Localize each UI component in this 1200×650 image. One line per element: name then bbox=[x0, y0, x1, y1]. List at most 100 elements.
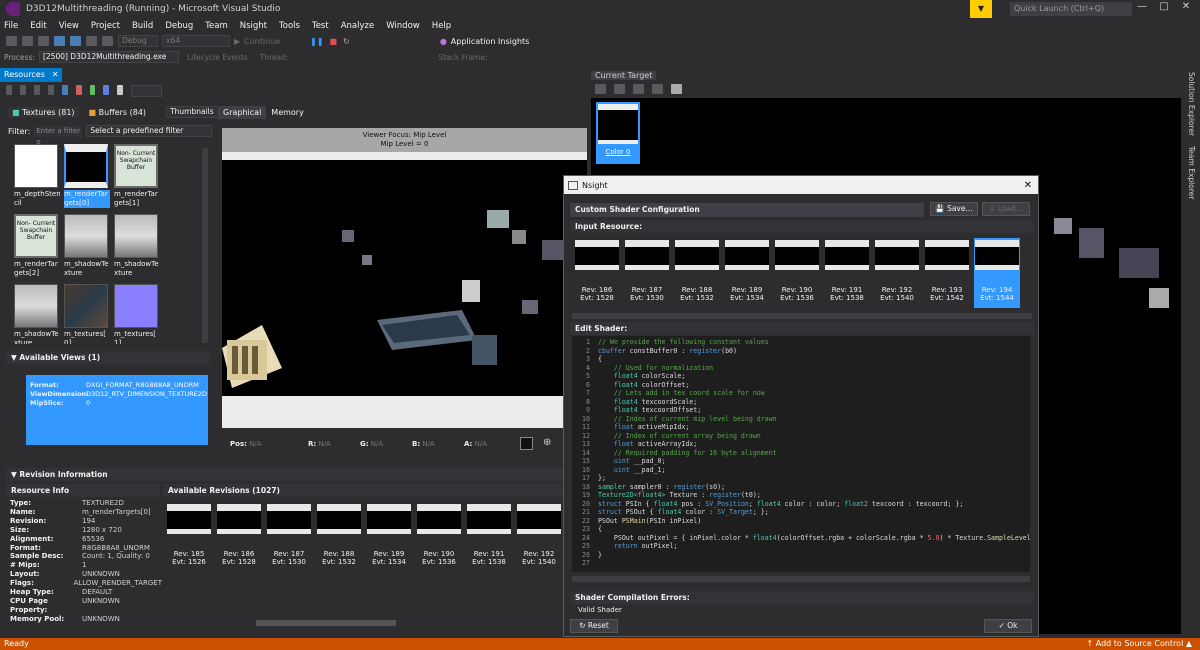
settings-icon[interactable] bbox=[47, 85, 54, 95]
revision-thumbnail[interactable]: Rev: 187 Evt: 1530 bbox=[624, 238, 670, 308]
resource-thumbnail[interactable]: Non- Current Swapchain Buffer bbox=[14, 214, 58, 258]
ct-settings-icon[interactable] bbox=[652, 84, 663, 94]
close-icon[interactable]: ✕ bbox=[1178, 1, 1194, 17]
available-views-header[interactable]: ▼ Available Views (1) bbox=[6, 351, 210, 364]
menu-item-team[interactable]: Team bbox=[205, 21, 227, 31]
blue-channel-icon[interactable] bbox=[103, 85, 110, 95]
maximize-icon[interactable]: □ bbox=[1156, 1, 1172, 17]
reset-button[interactable]: ↻ Reset bbox=[570, 619, 618, 633]
revision-thumbnail[interactable]: Rev: 186 Evt: 1528 bbox=[216, 502, 262, 572]
red-channel-icon[interactable] bbox=[75, 85, 82, 95]
menu-item-view[interactable]: View bbox=[59, 21, 79, 31]
resource-thumbnail[interactable]: Non- Current Swapchain Buffer bbox=[114, 144, 158, 188]
revision-thumbnail[interactable]: Rev: 188 Evt: 1532 bbox=[674, 238, 720, 308]
tab-resources[interactable]: Resources bbox=[0, 68, 49, 82]
revision-thumbnail[interactable]: Rev: 189 Evt: 1534 bbox=[366, 502, 412, 572]
ok-button[interactable]: ✓ Ok bbox=[984, 619, 1032, 633]
new-project-icon[interactable] bbox=[38, 36, 49, 46]
menu-item-tools[interactable]: Tools bbox=[279, 21, 300, 31]
revision-thumbnail[interactable]: Rev: 191 Evt: 1538 bbox=[466, 502, 512, 572]
resource-zoom-select[interactable] bbox=[131, 85, 162, 97]
resource-thumbnail[interactable] bbox=[64, 144, 108, 188]
ct-cube-icon[interactable] bbox=[671, 84, 682, 94]
revision-thumbnail[interactable]: Rev: 191 Evt: 1538 bbox=[824, 238, 870, 308]
tab-buffers[interactable]: ■ Buffers (84) bbox=[85, 107, 151, 118]
menu-item-build[interactable]: Build bbox=[132, 21, 153, 31]
revision-thumbnail[interactable]: Rev: 185 Evt: 1526 bbox=[166, 502, 212, 572]
color-0-thumbnail[interactable]: Color 0 bbox=[596, 102, 640, 164]
tab-textures[interactable]: ■ Textures (81) bbox=[8, 106, 79, 118]
menu-item-analyze[interactable]: Analyze bbox=[341, 21, 375, 31]
save-button[interactable]: 💾 Save... bbox=[930, 202, 978, 216]
resource-thumbnail[interactable] bbox=[114, 284, 158, 328]
resource-thumbnail[interactable] bbox=[64, 284, 108, 328]
render-target-viewer[interactable] bbox=[222, 160, 587, 396]
back-icon[interactable] bbox=[6, 36, 17, 46]
lifecycle-events-button[interactable]: Lifecycle Events bbox=[187, 53, 248, 62]
resource-thumbnail[interactable] bbox=[64, 214, 108, 258]
menu-item-debug[interactable]: Debug bbox=[165, 21, 193, 31]
revision-thumbnail[interactable]: Rev: 187 Evt: 1530 bbox=[266, 502, 312, 572]
thumbnail-scrollbar[interactable] bbox=[202, 148, 208, 343]
process-select[interactable]: [2500] D3D12Multithreading.exe bbox=[38, 51, 179, 63]
revision-thumbnail[interactable]: Rev: 192 Evt: 1540 bbox=[874, 238, 920, 308]
restart-icon[interactable]: ↻ bbox=[343, 37, 350, 46]
revision-thumbnail[interactable]: Rev: 190 Evt: 1536 bbox=[774, 238, 820, 308]
ct-link-icon[interactable] bbox=[633, 84, 644, 94]
revision-thumbnail[interactable]: Rev: 192 Evt: 1540 bbox=[516, 502, 562, 572]
revision-thumbnail[interactable]: Rev: 193 Evt: 1542 bbox=[924, 238, 970, 308]
continue-button[interactable]: Continue bbox=[244, 37, 280, 46]
close-tab-icon[interactable]: ✕ bbox=[48, 68, 62, 82]
continue-icon[interactable]: ▶ bbox=[234, 37, 240, 46]
revisions-scrollbar[interactable] bbox=[256, 620, 396, 626]
revision-thumbnail[interactable]: Rev: 188 Evt: 1532 bbox=[316, 502, 362, 572]
stop-icon[interactable]: ■ bbox=[330, 37, 338, 46]
available-views-box[interactable]: Format: DXGI_FORMAT_R8G8B8A8_UNORM ViewDim… bbox=[26, 375, 208, 445]
tab-memory[interactable]: Memory bbox=[266, 106, 309, 119]
green-channel-icon[interactable] bbox=[89, 85, 96, 95]
menu-item-nsight[interactable]: Nsight bbox=[240, 21, 267, 31]
tab-graphical[interactable]: Graphical bbox=[218, 106, 267, 119]
menu-item-window[interactable]: Window bbox=[386, 21, 420, 31]
resource-thumbnail[interactable] bbox=[14, 284, 58, 328]
application-insights-button[interactable]: Application Insights bbox=[451, 37, 530, 46]
tab-team-explorer[interactable]: Team Explorer bbox=[1187, 146, 1196, 199]
tab-solution-explorer[interactable]: Solution Explorer bbox=[1187, 72, 1196, 136]
menu-item-test[interactable]: Test bbox=[312, 21, 329, 31]
dialog-close-icon[interactable]: ✕ bbox=[1024, 180, 1032, 191]
input-resource-scrollbar[interactable] bbox=[572, 313, 1032, 319]
save-all-icon[interactable] bbox=[70, 36, 81, 46]
undo-icon[interactable] bbox=[86, 36, 97, 46]
pause-icon[interactable]: ❚❚ bbox=[310, 37, 323, 46]
ct-refresh-icon[interactable] bbox=[595, 84, 606, 94]
save-resource-icon[interactable] bbox=[61, 85, 68, 95]
link-icon[interactable] bbox=[33, 85, 40, 95]
alpha-channel-icon[interactable] bbox=[117, 85, 124, 95]
configuration-select[interactable]: Debug bbox=[118, 35, 158, 47]
save-icon[interactable] bbox=[54, 36, 65, 46]
revision-thumbnail[interactable]: Rev: 190 Evt: 1536 bbox=[416, 502, 462, 572]
revision-thumbnail[interactable]: Rev: 186 Evt: 1528 bbox=[574, 238, 620, 308]
revision-thumbnail[interactable]: Rev: 194 Evt: 1544 bbox=[974, 238, 1020, 308]
refresh-icon[interactable] bbox=[6, 85, 12, 95]
shader-code-editor[interactable]: 1 // We provide the following constant va… bbox=[572, 336, 1030, 572]
filter-input[interactable]: Enter a filter o bbox=[34, 125, 83, 146]
menu-item-help[interactable]: Help bbox=[432, 21, 451, 31]
platform-select[interactable]: x64 bbox=[162, 35, 230, 47]
menu-item-edit[interactable]: Edit bbox=[30, 21, 46, 31]
redo-icon[interactable] bbox=[102, 36, 113, 46]
ct-lock-icon[interactable] bbox=[614, 84, 625, 94]
forward-icon[interactable] bbox=[22, 36, 33, 46]
code-scrollbar[interactable] bbox=[572, 576, 1030, 582]
menu-item-project[interactable]: Project bbox=[91, 21, 120, 31]
predefined-filter-select[interactable]: Select a predefined filter bbox=[86, 125, 213, 137]
minimize-icon[interactable]: — bbox=[1134, 1, 1150, 17]
quick-launch-input[interactable]: Quick Launch (Ctrl+Q) bbox=[1010, 2, 1132, 16]
resource-thumbnail[interactable] bbox=[14, 144, 58, 188]
add-to-source-control[interactable]: ↑ Add to Source Control ▲ bbox=[1087, 638, 1193, 650]
crosshair-icon[interactable]: ⊕ bbox=[543, 437, 551, 450]
menu-item-file[interactable]: File bbox=[4, 21, 18, 31]
resource-thumbnail[interactable] bbox=[114, 214, 158, 258]
revision-thumbnail[interactable]: Rev: 189 Evt: 1534 bbox=[724, 238, 770, 308]
load-button[interactable]: ⇩ Load... bbox=[982, 202, 1030, 216]
